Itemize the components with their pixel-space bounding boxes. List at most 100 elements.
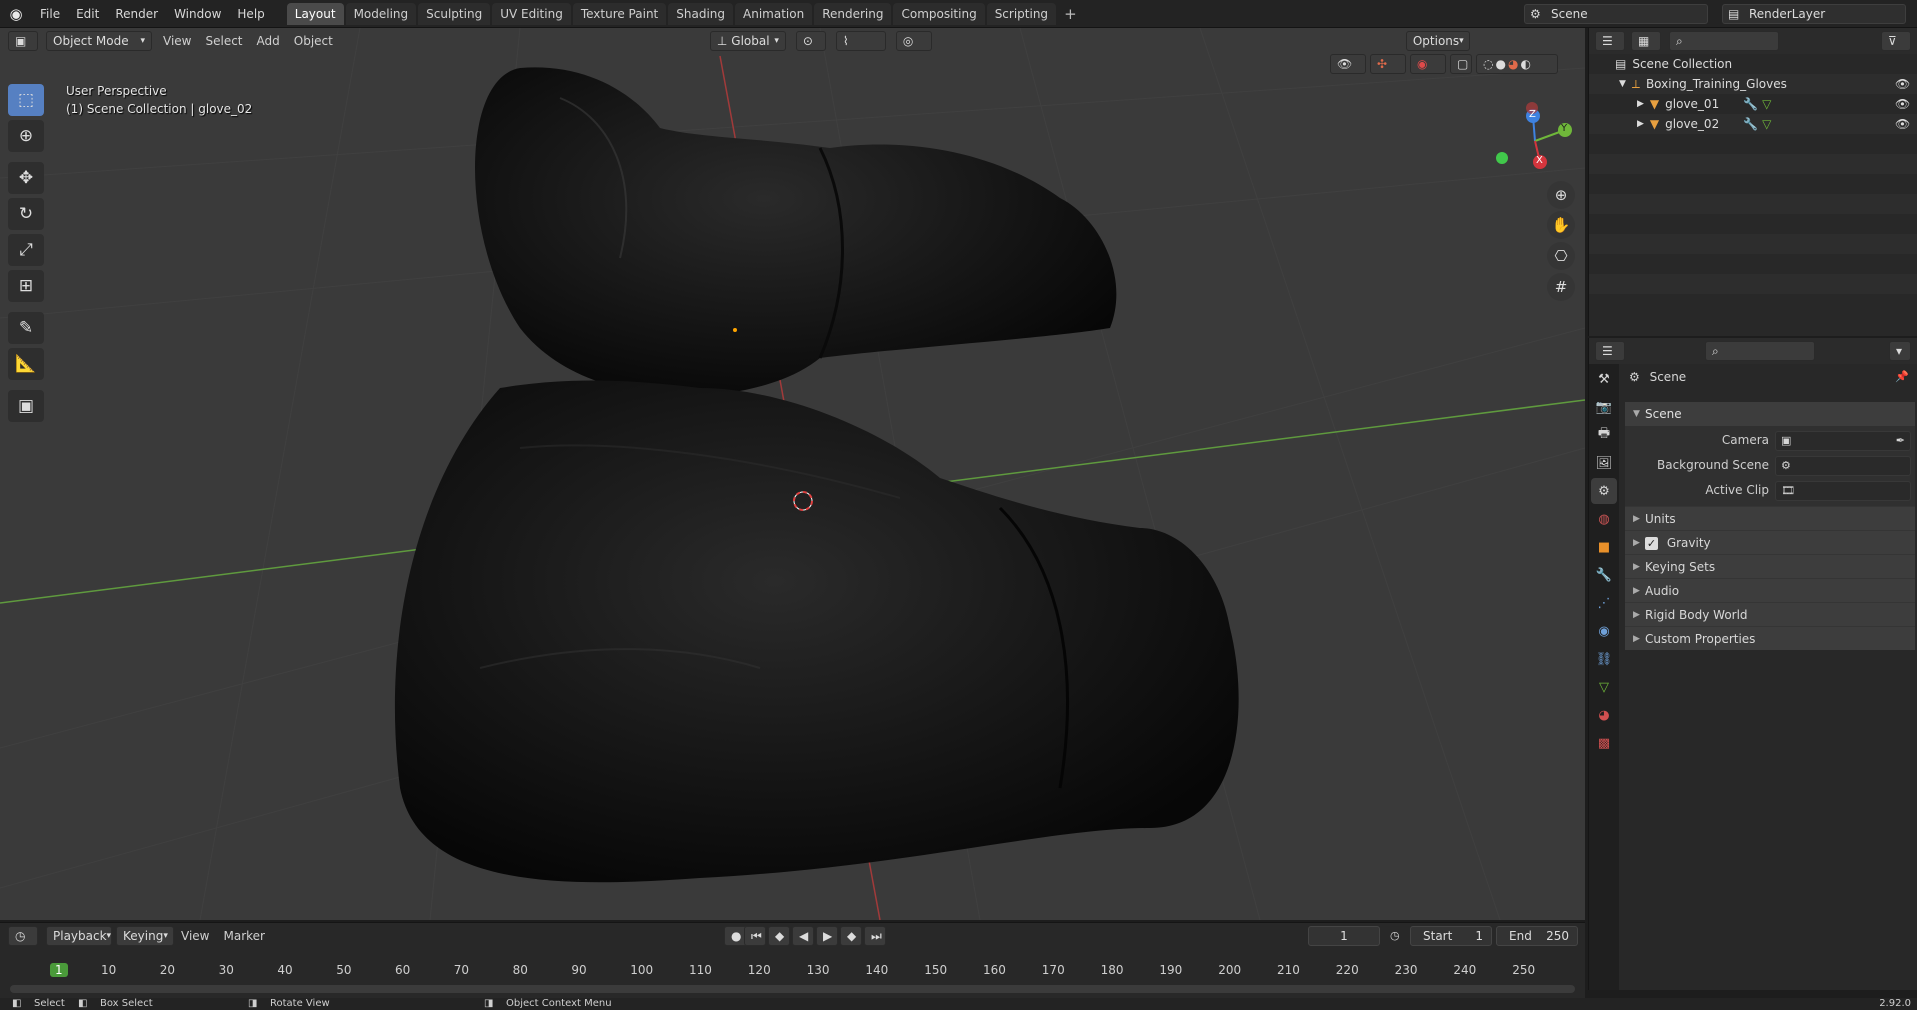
- gizmo-toggle-icon[interactable]: ✣: [1370, 54, 1406, 74]
- modifier-icon[interactable]: 🔧: [1743, 117, 1758, 131]
- wireframe-icon[interactable]: ◌: [1483, 57, 1493, 71]
- constraint-icon[interactable]: ⛓: [1591, 646, 1617, 672]
- camera-view-icon[interactable]: ⎔: [1547, 242, 1575, 270]
- expand-arrow-icon[interactable]: ▶: [1637, 119, 1644, 129]
- overlay-toggle-icon[interactable]: ◉: [1410, 54, 1446, 74]
- menu-help[interactable]: Help: [229, 0, 272, 28]
- pin-icon[interactable]: 📌: [1895, 370, 1909, 383]
- editor-type-icon[interactable]: ▣: [8, 31, 38, 51]
- measure-icon[interactable]: 📐: [8, 348, 44, 380]
- render-icon[interactable]: 📷: [1591, 394, 1617, 420]
- keying-sets-panel[interactable]: ▶ Keying Sets: [1625, 554, 1915, 578]
- annotate-icon[interactable]: ✎: [8, 312, 44, 344]
- material-preview-icon[interactable]: ◕: [1508, 57, 1518, 71]
- snap-icon[interactable]: ⌇: [835, 31, 886, 51]
- mode-dropdown[interactable]: Object Mode ▾: [46, 31, 152, 51]
- scene-panel-header[interactable]: ▼ Scene: [1625, 402, 1915, 426]
- add-workspace-button[interactable]: +: [1058, 5, 1083, 23]
- modifier-icon[interactable]: 🔧: [1743, 97, 1758, 111]
- ortho-grid-icon[interactable]: #: [1547, 273, 1575, 301]
- audio-panel[interactable]: ▶ Audio: [1625, 578, 1915, 602]
- move-icon[interactable]: ✥: [8, 162, 44, 194]
- menu-file[interactable]: File: [32, 0, 68, 28]
- particles-icon[interactable]: ⋰: [1591, 590, 1617, 616]
- menu-edit[interactable]: Edit: [68, 0, 107, 28]
- tab-layout[interactable]: Layout: [286, 2, 344, 25]
- timeline-scrollbar[interactable]: [10, 985, 1575, 993]
- texture-icon[interactable]: ▩: [1591, 730, 1617, 756]
- world-icon[interactable]: ◍: [1591, 506, 1617, 532]
- material-icon[interactable]: ◕: [1591, 702, 1617, 728]
- select-box-icon[interactable]: ⬚: [8, 84, 44, 116]
- cursor-icon[interactable]: ⊕: [8, 120, 44, 152]
- eye-icon[interactable]: 👁: [1895, 77, 1910, 91]
- editor-type-icon[interactable]: ☰: [1595, 341, 1625, 361]
- scene-icon[interactable]: ⚙: [1591, 478, 1617, 504]
- properties-search-input[interactable]: ⌕: [1705, 341, 1815, 361]
- tab-sculpting[interactable]: Sculpting: [418, 2, 491, 25]
- camera-field[interactable]: ▣ ✒: [1775, 431, 1911, 451]
- tab-scripting[interactable]: Scripting: [986, 2, 1057, 25]
- menu-object[interactable]: Object: [287, 34, 340, 48]
- expand-arrow-icon[interactable]: ▶: [1637, 99, 1644, 109]
- tab-uv-editing[interactable]: UV Editing: [492, 2, 571, 25]
- visibility-icon[interactable]: 👁: [1330, 54, 1366, 74]
- outliner-object-glove-01[interactable]: ▶ ▼ glove_01 🔧 ▽ 👁: [1589, 94, 1917, 114]
- scale-icon[interactable]: ⤢: [8, 234, 44, 266]
- add-cube-icon[interactable]: ▣: [8, 390, 44, 422]
- outliner-object-glove-02[interactable]: ▶ ▼ glove_02 🔧 ▽ 👁: [1589, 114, 1917, 134]
- transform-orientation-dropdown[interactable]: ⊥ Global ▾: [709, 31, 786, 51]
- menu-window[interactable]: Window: [166, 0, 229, 28]
- physics-icon[interactable]: ◉: [1591, 618, 1617, 644]
- tab-modeling[interactable]: Modeling: [345, 2, 417, 25]
- object-data-icon[interactable]: ▽: [1591, 674, 1617, 700]
- editor-type-icon[interactable]: ☰: [1595, 31, 1625, 51]
- gravity-checkbox[interactable]: ✓: [1645, 537, 1658, 550]
- chevron-down-icon[interactable]: ▾: [1889, 341, 1911, 361]
- display-mode-icon[interactable]: ▦: [1631, 31, 1661, 51]
- units-panel[interactable]: ▶ Units: [1625, 506, 1915, 530]
- menu-select[interactable]: Select: [198, 34, 249, 48]
- xray-icon[interactable]: ▢: [1450, 54, 1472, 74]
- proportional-edit-icon[interactable]: ◎: [895, 31, 932, 51]
- output-icon[interactable]: 🖶: [1591, 422, 1617, 448]
- tab-compositing[interactable]: Compositing: [893, 2, 985, 25]
- active-clip-field[interactable]: 🎞: [1775, 481, 1911, 501]
- filter-icon[interactable]: ⊽: [1881, 31, 1911, 51]
- mesh-data-icon[interactable]: ▽: [1762, 97, 1771, 111]
- gravity-panel[interactable]: ▶ ✓ Gravity: [1625, 530, 1915, 554]
- background-scene-field[interactable]: ⚙: [1775, 456, 1911, 476]
- menu-add[interactable]: Add: [250, 34, 287, 48]
- outliner-collection[interactable]: ▼ ⟂ Boxing_Training_Gloves 👁: [1589, 74, 1917, 94]
- shading-mode-group[interactable]: ◌ ● ◕ ◐: [1476, 54, 1558, 74]
- blender-logo-icon[interactable]: ◉: [0, 0, 32, 28]
- transform-icon[interactable]: ⊞: [8, 270, 44, 302]
- custom-properties-panel[interactable]: ▶ Custom Properties: [1625, 626, 1915, 650]
- tab-animation[interactable]: Animation: [735, 2, 813, 25]
- tool-settings-icon[interactable]: ⚒: [1591, 366, 1617, 392]
- expand-arrow-icon[interactable]: ▼: [1619, 79, 1626, 89]
- eye-icon[interactable]: 👁: [1895, 117, 1910, 131]
- tab-texture-paint[interactable]: Texture Paint: [572, 2, 667, 25]
- outliner-root[interactable]: ▤ Scene Collection: [1589, 54, 1917, 74]
- scene-selector[interactable]: ⚙ Scene: [1524, 4, 1708, 24]
- rigid-body-world-panel[interactable]: ▶ Rigid Body World: [1625, 602, 1915, 626]
- zoom-icon[interactable]: ⊕: [1547, 181, 1575, 209]
- view-layer-icon[interactable]: 🖼: [1591, 450, 1617, 476]
- menu-view[interactable]: View: [156, 34, 198, 48]
- outliner-search-input[interactable]: ⌕: [1669, 31, 1779, 51]
- solid-icon[interactable]: ●: [1495, 57, 1505, 71]
- modifier-icon[interactable]: 🔧: [1591, 562, 1617, 588]
- mesh-data-icon[interactable]: ▽: [1762, 117, 1771, 131]
- pan-hand-icon[interactable]: ✋: [1547, 211, 1575, 239]
- eyedropper-icon[interactable]: ✒: [1896, 434, 1905, 447]
- 3d-viewport[interactable]: ▣ Object Mode ▾ View Select Add Object ⊥…: [0, 28, 1585, 920]
- view-layer-selector[interactable]: ▤ RenderLayer: [1722, 4, 1906, 24]
- rendered-icon[interactable]: ◐: [1520, 57, 1530, 71]
- navigation-gizmo[interactable]: Z Y X: [1490, 96, 1580, 186]
- rotate-icon[interactable]: ↻: [8, 198, 44, 230]
- options-button[interactable]: Options ▾: [1405, 31, 1470, 51]
- menu-render[interactable]: Render: [107, 0, 166, 28]
- tab-rendering[interactable]: Rendering: [814, 2, 892, 25]
- pivot-point-icon[interactable]: ⊙: [795, 31, 826, 51]
